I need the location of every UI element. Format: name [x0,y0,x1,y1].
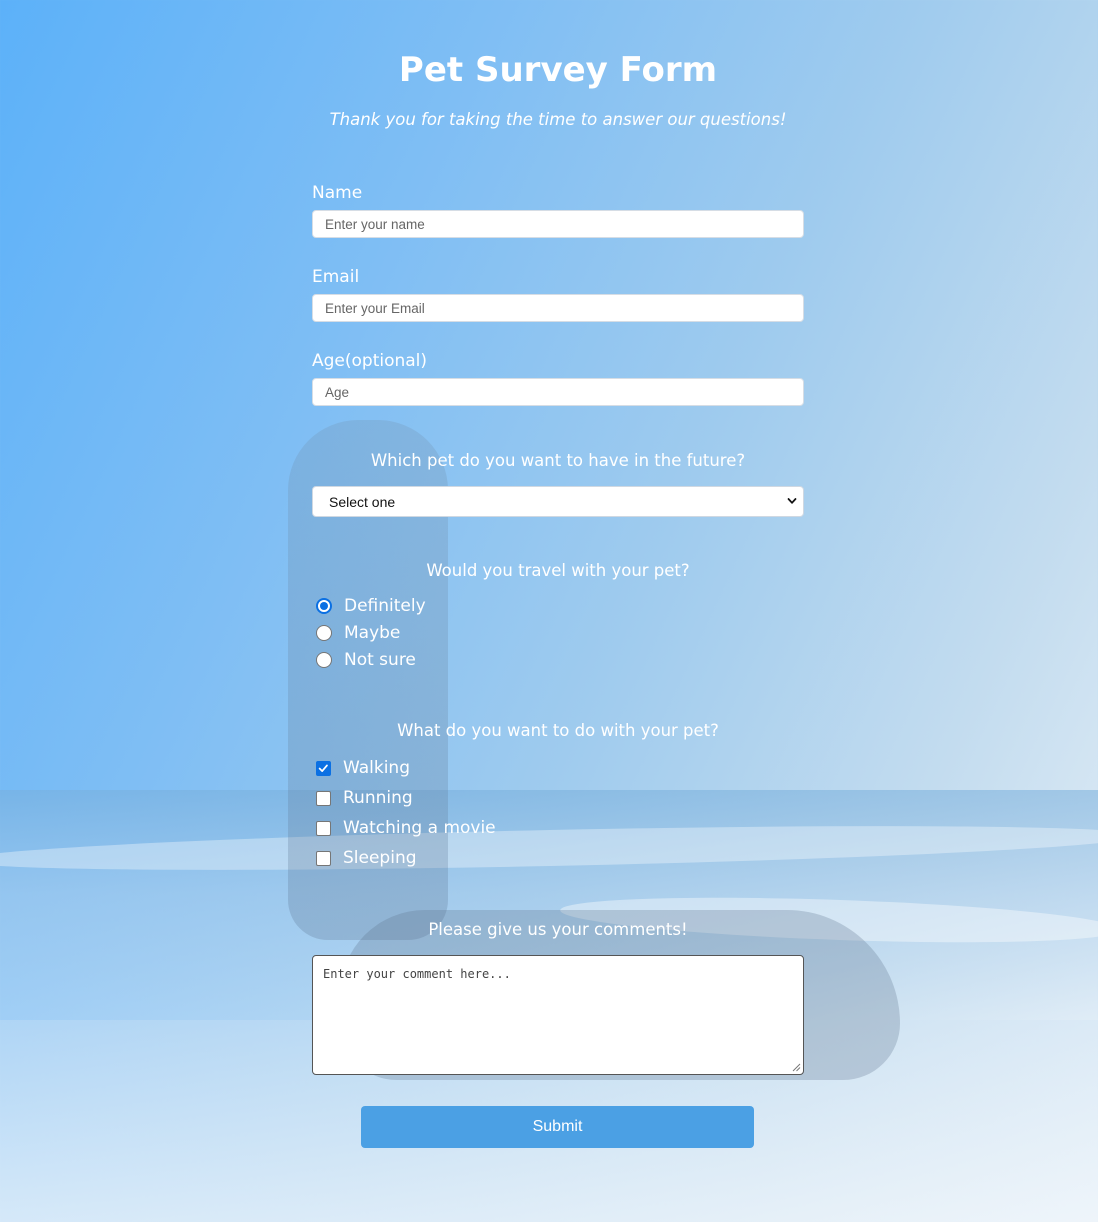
radio-label: Definitely [344,596,426,616]
radio-button[interactable] [316,625,332,641]
travel-option-maybe[interactable]: Maybe [316,621,400,645]
page-title: Pet Survey Form [398,50,718,90]
activity-option-watching-movie[interactable]: Watching a movie [316,816,496,840]
resize-handle-icon[interactable] [792,1063,801,1072]
age-input[interactable] [312,378,804,406]
pet-select[interactable]: Select one [312,486,804,517]
submit-button[interactable]: Submit [361,1106,754,1148]
email-label: Email [312,267,360,287]
activity-option-walking[interactable]: Walking [316,756,410,780]
checkbox-label: Watching a movie [343,818,496,838]
email-input[interactable] [312,294,804,322]
name-input[interactable] [312,210,804,238]
travel-question: Would you travel with your pet? [426,561,690,580]
checkbox[interactable] [316,820,331,836]
checkbox-label: Sleeping [343,848,417,868]
checkmark-icon [318,764,328,772]
activities-question: What do you want to do with your pet? [397,721,719,740]
checkbox-label: Walking [343,758,410,778]
comments-question: Please give us your comments! [428,920,688,939]
checkbox-label: Running [343,788,413,808]
travel-option-definitely[interactable]: Definitely [316,594,426,618]
activity-option-sleeping[interactable]: Sleeping [316,846,417,870]
page-description: Thank you for taking the time to answer … [329,110,787,129]
background-wave [0,817,1098,879]
travel-option-not-sure[interactable]: Not sure [316,648,416,672]
checkbox[interactable] [316,850,331,866]
pet-select-value: Select one [329,494,396,510]
radio-button[interactable] [316,652,332,668]
checkbox[interactable] [316,790,331,806]
chevron-down-icon [787,498,797,504]
comments-textarea[interactable]: Enter your comment here... [312,955,804,1075]
radio-label: Not sure [344,650,416,670]
comments-placeholder: Enter your comment here... [323,967,511,981]
radio-button[interactable] [316,598,332,614]
name-label: Name [312,183,363,203]
activity-option-running[interactable]: Running [316,786,413,810]
pet-question: Which pet do you want to have in the fut… [370,451,746,470]
radio-label: Maybe [344,623,401,643]
checkbox[interactable] [316,760,331,776]
age-label: Age(optional) [312,351,428,371]
